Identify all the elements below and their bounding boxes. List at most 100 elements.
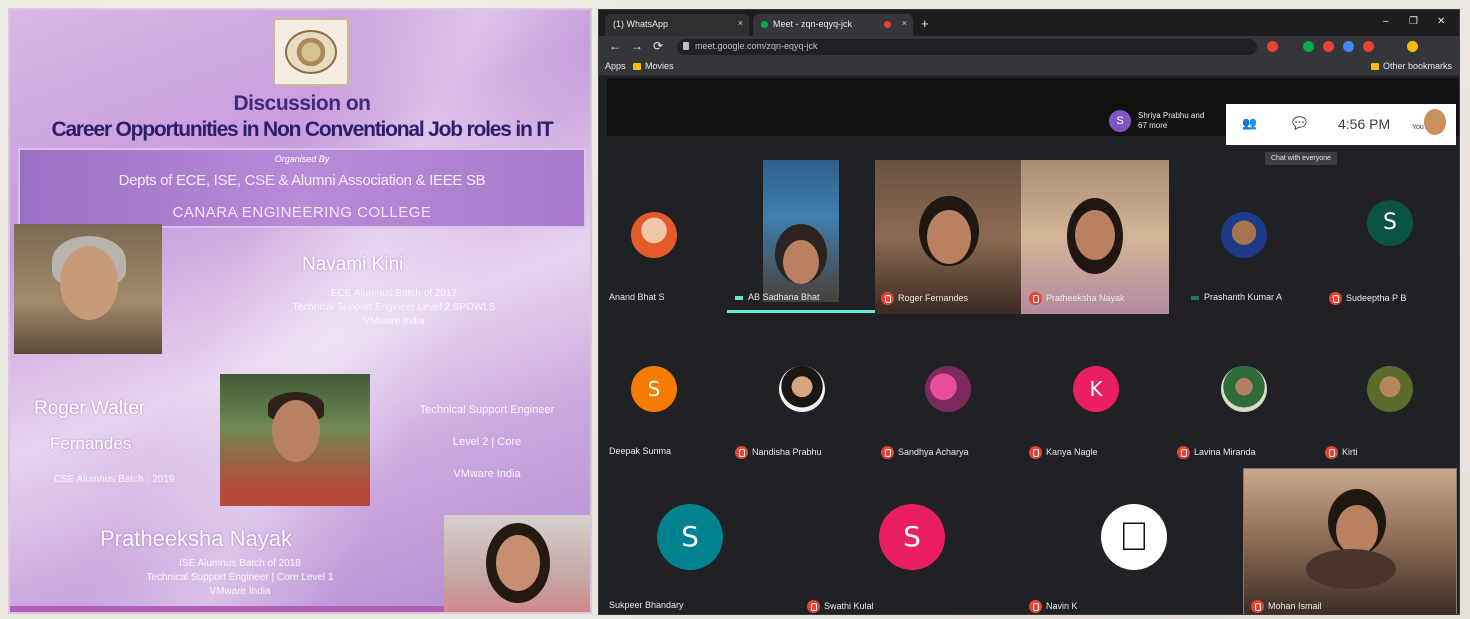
extension-icon[interactable] bbox=[1267, 41, 1278, 52]
meeting-time: 4:56 PM bbox=[1338, 116, 1391, 132]
event-poster: Discussion on Career Opportunities in No… bbox=[8, 8, 592, 614]
poster-footer-band bbox=[10, 606, 444, 612]
speaker-photo-roger bbox=[220, 374, 370, 506]
speaker-photo-pratheeksha bbox=[444, 515, 590, 612]
lock-icon bbox=[683, 42, 689, 50]
meeting-info-panel: 👥 💬 4:56 PM You bbox=[1226, 104, 1456, 145]
participant-avatar bbox=[779, 366, 825, 412]
self-avatar[interactable] bbox=[1424, 109, 1446, 135]
browser-toolbar: ← → ⟳ meet.google.com/zqn-eqyq-jck bbox=[599, 36, 1459, 58]
chat-tooltip: Chat with everyone bbox=[1265, 152, 1337, 165]
minimize-button[interactable]: – bbox=[1383, 16, 1389, 27]
participant-avatar-letter: S bbox=[631, 366, 677, 412]
participant-name: Nandisha Prabhu bbox=[735, 446, 822, 459]
poster-title: Career Opportunities in Non Conventional… bbox=[51, 118, 553, 141]
organiser-banner: Organised By Depts of ECE, ISE, CSE & Al… bbox=[18, 148, 586, 228]
participant-avatar-letter: S bbox=[879, 504, 945, 570]
participant-name: Sandhya Acharya bbox=[881, 446, 969, 459]
poster-heading: Discussion on bbox=[233, 92, 371, 115]
muted-mic-icon bbox=[1029, 600, 1042, 613]
muted-mic-icon bbox=[1029, 446, 1042, 459]
muted-mic-icon bbox=[881, 292, 894, 305]
bookmark-label: Movies bbox=[645, 61, 674, 71]
organised-by-label: Organised By bbox=[274, 154, 330, 164]
participant-name: Anand Bhat S bbox=[609, 292, 665, 302]
other-bookmarks[interactable]: Other bookmarks bbox=[1371, 61, 1452, 71]
forward-button[interactable]: → bbox=[631, 39, 643, 53]
speaker-name-pratheeksha: Pratheeksha Nayak bbox=[100, 526, 292, 551]
presenter-avatar: S bbox=[1109, 110, 1131, 132]
you-label: You bbox=[1412, 124, 1424, 131]
speaker-detail: CSE Alumnus Batch : 2019 bbox=[53, 474, 175, 485]
folder-icon bbox=[633, 63, 641, 71]
participant-name: Swathi Kulal bbox=[807, 600, 874, 613]
participant-name: Pratheeksha Nayak bbox=[1029, 292, 1125, 305]
emblem-seal-icon bbox=[285, 30, 337, 74]
extension-icon[interactable] bbox=[1363, 41, 1374, 52]
maximize-button[interactable]: ❐ bbox=[1409, 16, 1418, 27]
speaker-detail: Level 2 | Core bbox=[452, 436, 522, 448]
speaker-name-navami: Navami Kini bbox=[302, 254, 404, 275]
address-bar[interactable]: meet.google.com/zqn-eqyq-jck bbox=[677, 39, 1257, 55]
speaker-detail: Technical Support Engineer bbox=[419, 404, 555, 416]
participant-video-roger bbox=[875, 160, 1021, 314]
bookmark-label: Other bookmarks bbox=[1383, 61, 1453, 71]
participant-video bbox=[763, 160, 839, 302]
participant-avatar-letter: K bbox=[1073, 366, 1119, 412]
browser-window: (1) WhatsApp × Meet - zqn-eqyq-jck × + –… bbox=[598, 9, 1460, 615]
presenter-text: Shriya Prabhu and 67 more bbox=[1138, 111, 1205, 130]
participants-icon[interactable]: 👥 bbox=[1242, 116, 1257, 130]
extension-icon[interactable] bbox=[1343, 41, 1354, 52]
speaker-name-roger-2: Fernandes bbox=[50, 434, 132, 453]
college-name: CANARA ENGINEERING COLLEGE bbox=[172, 204, 432, 221]
participant-name: Kirti bbox=[1325, 446, 1358, 459]
participant-avatar-letter: S bbox=[1367, 200, 1413, 246]
speaking-indicator-icon bbox=[735, 295, 743, 300]
muted-mic-icon bbox=[1029, 292, 1042, 305]
participant-name: Lavina Miranda bbox=[1177, 446, 1256, 459]
presenter-indicator[interactable]: S Shriya Prabhu and 67 more bbox=[1109, 110, 1208, 132]
url-text: meet.google.com/zqn-eqyq-jck bbox=[695, 41, 818, 51]
participant-video-pratheeksha bbox=[1021, 160, 1169, 314]
muted-mic-icon bbox=[735, 446, 748, 459]
participant-avatar bbox=[1367, 366, 1413, 412]
extension-icon[interactable] bbox=[1323, 41, 1334, 52]
meet-favicon-icon bbox=[761, 21, 768, 29]
muted-mic-icon bbox=[1177, 446, 1190, 459]
speaker-photo-navami bbox=[14, 224, 162, 354]
reload-button[interactable]: ⟳ bbox=[653, 39, 663, 53]
apple-logo-icon:  bbox=[1101, 504, 1167, 570]
tab-whatsapp[interactable]: (1) WhatsApp × bbox=[605, 14, 749, 36]
participant-avatar bbox=[631, 212, 677, 258]
back-button[interactable]: ← bbox=[609, 39, 621, 53]
speaker-detail: Technical Support Engineer | Core Level … bbox=[146, 572, 334, 583]
speaker-detail: VMware India bbox=[209, 586, 271, 597]
muted-mic-icon bbox=[881, 446, 894, 459]
participant-name: Sukpeer Bhandary bbox=[609, 600, 684, 610]
tab-close-icon[interactable]: × bbox=[738, 18, 743, 28]
movies-bookmark[interactable]: Movies bbox=[633, 61, 674, 71]
speaker-detail: ISE Alumnus Batch of 2018 bbox=[179, 558, 301, 569]
participant-name: Navin K bbox=[1029, 600, 1078, 613]
close-window-button[interactable]: ✕ bbox=[1437, 16, 1445, 27]
muted-mic-icon bbox=[1325, 446, 1338, 459]
apps-bookmark[interactable]: Apps bbox=[605, 61, 626, 71]
participant-name: Kanya Nagle bbox=[1029, 446, 1098, 459]
muted-mic-icon bbox=[1329, 292, 1342, 305]
profile-avatar-icon[interactable] bbox=[1407, 41, 1418, 52]
speaker-detail: VMware India bbox=[363, 316, 425, 327]
speaker-detail: VMware India bbox=[453, 468, 521, 480]
speaker-detail: ECE Alumnus Batch of 2017 bbox=[330, 288, 458, 299]
tab-meet[interactable]: Meet - zqn-eqyq-jck × bbox=[753, 14, 913, 36]
chat-icon[interactable]: 💬 bbox=[1292, 116, 1307, 130]
speaker-detail: Technical Support Engineer Level 2 SPOWL… bbox=[292, 302, 496, 313]
new-tab-button[interactable]: + bbox=[921, 16, 929, 31]
participant-name: Prashanth Kumar A bbox=[1191, 292, 1282, 302]
tab-close-icon[interactable]: × bbox=[902, 18, 907, 28]
tab-label: Meet - zqn-eqyq-jck bbox=[773, 19, 853, 29]
muted-mic-icon bbox=[807, 600, 820, 613]
tab-label: (1) WhatsApp bbox=[613, 19, 669, 29]
participant-name: Roger Fernandes bbox=[881, 292, 968, 305]
extension-icon[interactable] bbox=[1303, 41, 1314, 52]
audio-indicator-icon bbox=[1191, 295, 1199, 300]
